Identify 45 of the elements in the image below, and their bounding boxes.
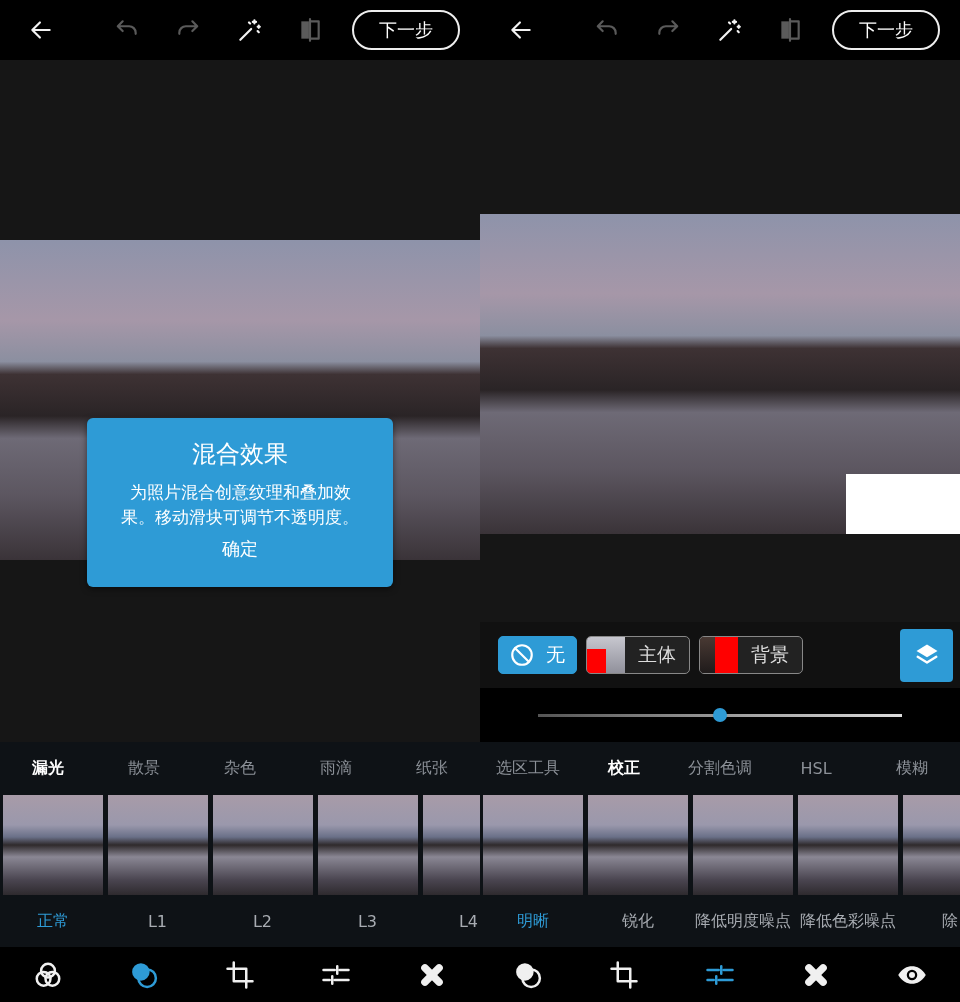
effect-thumbnail[interactable] — [318, 795, 418, 895]
next-button[interactable]: 下一步 — [832, 10, 940, 50]
effect-option[interactable]: L2 — [210, 911, 315, 931]
category-tab[interactable]: HSL — [768, 759, 864, 778]
next-button[interactable]: 下一步 — [352, 10, 460, 50]
effect-thumbnail[interactable] — [903, 795, 960, 895]
mask-thumbnail — [700, 637, 738, 673]
category-tab[interactable]: 杂色 — [192, 758, 288, 779]
effect-option[interactable]: 降低色彩噪点 — [795, 910, 900, 932]
mask-thumbnail — [587, 637, 625, 673]
selection-chip[interactable]: 主体 — [586, 636, 690, 674]
category-tab[interactable]: 漏光 — [0, 758, 96, 779]
effect-thumbnail[interactable] — [693, 795, 793, 895]
effect-thumbnail[interactable] — [588, 795, 688, 895]
effect-option[interactable]: L3 — [315, 911, 420, 931]
category-tab[interactable]: 校正 — [576, 758, 672, 779]
effect-option[interactable]: 明晰 — [480, 910, 585, 932]
effect-option[interactable]: 锐化 — [585, 910, 690, 932]
crop-icon[interactable] — [609, 959, 639, 990]
dialog-message: 为照片混合创意纹理和叠加效果。移动滑块可调节不透明度。 — [120, 481, 360, 529]
effect-thumbnail[interactable] — [423, 795, 480, 895]
selection-chip[interactable]: 背景 — [699, 636, 803, 674]
magic-wand-icon[interactable] — [716, 17, 742, 43]
effect-thumbnail[interactable] — [108, 795, 208, 895]
effect-option[interactable]: L4 — [458, 911, 480, 931]
dialog-title: 混合效果 — [192, 439, 288, 470]
category-tab[interactable]: 分割色调 — [672, 758, 768, 779]
effect-thumbnail[interactable] — [798, 795, 898, 895]
crop-icon[interactable] — [225, 959, 255, 990]
category-tab[interactable]: 纸张 — [384, 758, 480, 779]
category-tab[interactable]: 模糊 — [864, 758, 960, 779]
magic-wand-icon[interactable] — [236, 17, 262, 43]
layers-button[interactable] — [900, 628, 953, 682]
slider-thumb[interactable] — [713, 708, 727, 722]
effect-option[interactable]: 降低明度噪点 — [690, 910, 795, 932]
category-tab[interactable]: 选区工具 — [480, 758, 576, 779]
effect-option[interactable]: 正常 — [0, 910, 105, 932]
effect-thumbnail[interactable] — [3, 795, 103, 895]
effect-thumbnail[interactable] — [213, 795, 313, 895]
ban-icon — [509, 642, 535, 668]
effect-option[interactable]: L1 — [105, 911, 210, 931]
category-tab[interactable]: 雨滴 — [288, 758, 384, 779]
category-tab[interactable]: 散景 — [96, 758, 192, 779]
effect-option[interactable]: 除 — [942, 910, 960, 932]
effect-thumbnail[interactable] — [483, 795, 583, 895]
